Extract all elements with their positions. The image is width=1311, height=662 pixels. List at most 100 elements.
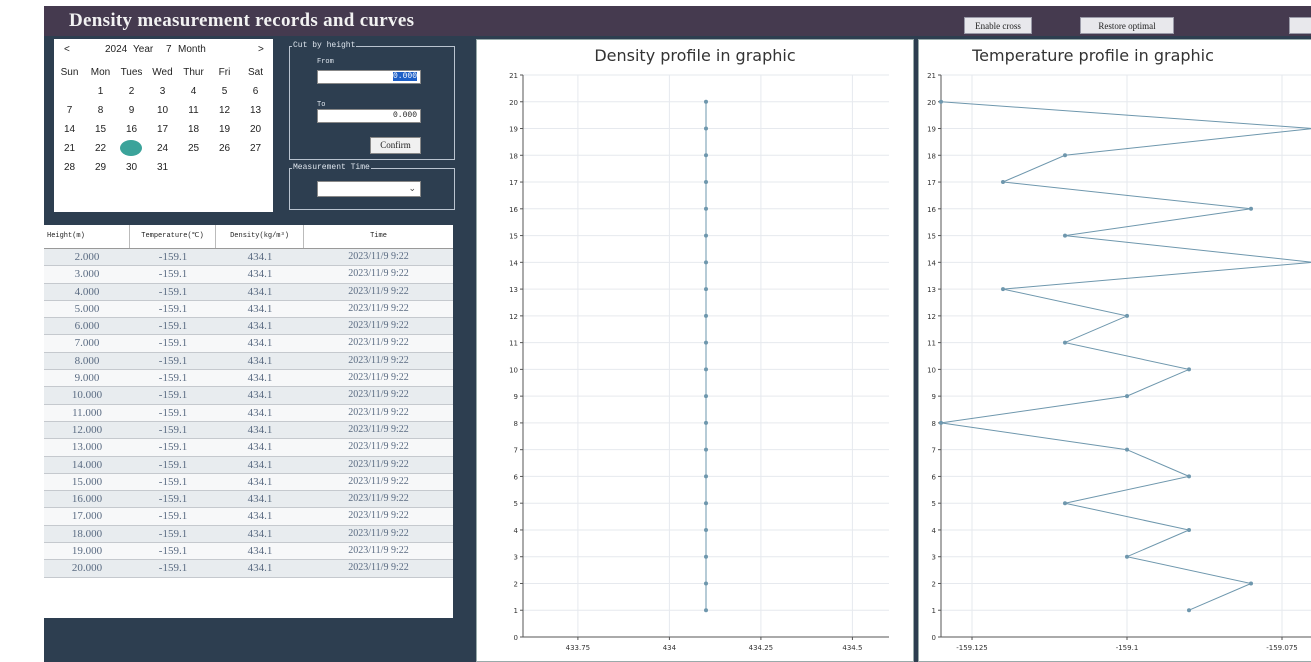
cell-time: 2023/11/9 9:22 bbox=[348, 251, 409, 262]
cell-density: 434.1 bbox=[247, 545, 273, 558]
calendar-day[interactable]: 25 bbox=[178, 139, 209, 158]
calendar-day[interactable]: 18 bbox=[178, 120, 209, 139]
next-month-button[interactable]: > bbox=[258, 44, 264, 55]
column-header-height[interactable]: Height(m) bbox=[44, 225, 130, 248]
restore-optimal-button[interactable]: Restore optimal bbox=[1080, 17, 1174, 34]
calendar-day[interactable]: 26 bbox=[209, 139, 240, 158]
y-tick-label: 2 bbox=[514, 580, 518, 588]
calendar-day[interactable]: 24 bbox=[147, 139, 178, 158]
cell-density: 434.1 bbox=[247, 251, 273, 263]
y-tick-label: 7 bbox=[932, 447, 936, 455]
table-row[interactable]: 17.000 -159.1 434.1 2023/11/9 9:22 bbox=[44, 508, 453, 526]
column-header-time[interactable]: Time bbox=[304, 225, 453, 248]
table-row[interactable]: 4.000 -159.1 434.1 2023/11/9 9:22 bbox=[44, 283, 453, 301]
calendar-day[interactable]: 28 bbox=[54, 158, 85, 177]
temperature-chart[interactable]: 0123456789101112131415161718192021-159.1… bbox=[919, 40, 1311, 661]
calendar-day[interactable]: 2 bbox=[116, 82, 147, 101]
calendar-month[interactable]: 7 bbox=[166, 44, 172, 55]
cell-density: 434.1 bbox=[247, 562, 273, 575]
calendar-day[interactable]: 15 bbox=[85, 120, 116, 139]
measurement-time-select[interactable]: ⌄ bbox=[317, 181, 421, 197]
chevron-down-icon: ⌄ bbox=[408, 183, 416, 193]
cell-density: 434.1 bbox=[247, 354, 273, 367]
calendar-day[interactable]: 5 bbox=[209, 82, 240, 101]
calendar-day[interactable]: 11 bbox=[178, 101, 209, 120]
table-row[interactable]: 6.000 -159.1 434.1 2023/11/9 9:22 bbox=[44, 318, 453, 336]
calendar-day[interactable]: 20 bbox=[240, 120, 271, 139]
table-row[interactable]: 3.000 -159.1 434.1 2023/11/9 9:22 bbox=[44, 266, 453, 284]
from-height-input[interactable]: 0.000 bbox=[317, 70, 421, 84]
column-header-temperature[interactable]: Temperature(℃) bbox=[130, 225, 216, 248]
x-tick-label: -159.075 bbox=[1266, 644, 1297, 652]
calendar-day[interactable]: 27 bbox=[240, 139, 271, 158]
table-row[interactable]: 7.000 -159.1 434.1 2023/11/9 9:22 bbox=[44, 335, 453, 353]
density-chart-panel: Density profile in graphic 0 1 2 3 4 5 6 7 8 9 10 1… bbox=[476, 39, 914, 662]
table-row[interactable]: 2.000 -159.1 434.1 2023/11/9 9:22 bbox=[44, 249, 453, 267]
data-point bbox=[1125, 554, 1129, 559]
calendar-day[interactable]: 22 bbox=[85, 139, 116, 158]
y-tick-label: 10 bbox=[927, 366, 936, 374]
calendar-day[interactable]: 16 bbox=[116, 120, 147, 139]
calendar-day[interactable]: 3 bbox=[147, 82, 178, 101]
y-tick-label: 4 bbox=[514, 527, 519, 535]
cell-time: 2023/11/9 9:22 bbox=[348, 527, 409, 539]
calendar-day[interactable]: 19 bbox=[209, 120, 240, 139]
table-row[interactable]: 15.000 -159.1 434.1 2023/11/9 9:22 bbox=[44, 473, 453, 492]
calendar-day[interactable]: 21 bbox=[54, 139, 85, 158]
confirm-button[interactable]: Confirm bbox=[370, 137, 421, 154]
calendar-day[interactable]: 4 bbox=[178, 82, 209, 101]
calendar-day[interactable]: 9 bbox=[116, 101, 147, 120]
y-tick-label: 20 bbox=[927, 99, 936, 107]
cell-height: 6.000 bbox=[74, 320, 100, 333]
to-height-input[interactable]: 0.000 bbox=[317, 109, 421, 123]
cell-density: 434.1 bbox=[247, 285, 273, 298]
enable-cross-button[interactable]: Enable cross bbox=[964, 17, 1032, 34]
column-header-density[interactable]: Density(kg/m³) bbox=[216, 225, 304, 248]
calendar-month-label: Month bbox=[178, 44, 206, 55]
calendar-day[interactable]: 12 bbox=[209, 101, 240, 120]
table-row[interactable]: 16.000 -159.1 434.1 2023/11/9 9:22 bbox=[44, 491, 453, 509]
table-row[interactable]: 20.000 -159.1 434.1 2023/11/9 9:22 bbox=[44, 560, 453, 578]
calendar-grid: Sun Mon Tues Wed Thur Fri Sat 1234567891… bbox=[54, 63, 273, 177]
density-chart[interactable]: 0123456789101112131415161718192021433.75… bbox=[477, 40, 913, 661]
weekday-label: Mon bbox=[90, 67, 111, 78]
table-row[interactable]: 10.000 -159.1 434.1 2023/11/9 9:22 bbox=[44, 387, 453, 405]
y-tick-label: 4 bbox=[932, 527, 937, 535]
table-row[interactable]: 12.000 -159.1 434.1 2023/11/9 9:22 bbox=[44, 421, 453, 440]
calendar-day[interactable]: 8 bbox=[85, 101, 116, 120]
calendar-day[interactable]: 6 bbox=[240, 82, 271, 101]
calendar-day[interactable]: 1 bbox=[85, 82, 116, 101]
cell-temperature: -159.1 bbox=[158, 302, 188, 315]
table-row[interactable]: 14.000 -159.1 434.1 2023/11/9 9:22 bbox=[44, 456, 453, 474]
table-row[interactable]: 11.000 -159.1 434.1 2023/11/9 9:22 bbox=[44, 404, 453, 422]
calendar-year[interactable]: 2024 bbox=[105, 44, 127, 55]
calendar-day[interactable]: 17 bbox=[147, 120, 178, 139]
table-row[interactable]: 9.000 -159.1 434.1 2023/11/9 9:22 bbox=[44, 370, 453, 388]
x-tick-label: 434 bbox=[663, 644, 677, 652]
table-row[interactable]: 18.000 -159.1 434.1 2023/11/9 9:22 bbox=[44, 525, 453, 544]
calendar-day[interactable]: 31 bbox=[147, 158, 178, 177]
y-tick-label: 14 bbox=[509, 259, 518, 267]
table-row[interactable]: 19.000 -159.1 434.1 2023/11/9 9:22 bbox=[44, 543, 453, 561]
data-point bbox=[704, 420, 708, 425]
calendar-day[interactable]: 30 bbox=[116, 158, 147, 177]
y-tick-label: 19 bbox=[509, 126, 518, 134]
calendar-day-selected[interactable]: 23 bbox=[120, 140, 142, 156]
prev-month-button[interactable]: < bbox=[64, 44, 70, 55]
calendar-day[interactable]: 14 bbox=[54, 120, 85, 139]
toolbar-button-partial[interactable] bbox=[1289, 17, 1311, 34]
calendar-day[interactable]: 29 bbox=[85, 158, 116, 177]
table-row[interactable]: 8.000 -159.1 434.1 2023/11/9 9:22 bbox=[44, 352, 453, 371]
calendar-day[interactable]: 7 bbox=[54, 101, 85, 120]
table-row[interactable]: 5.000 -159.1 434.1 2023/11/9 9:22 bbox=[44, 300, 453, 319]
calendar-day[interactable]: 13 bbox=[240, 101, 271, 120]
calendar-day[interactable]: 10 bbox=[147, 101, 178, 120]
data-point bbox=[1187, 474, 1191, 479]
table-row[interactable]: 13.000 -159.1 434.1 2023/11/9 9:22 bbox=[44, 439, 453, 457]
cell-density: 434.1 bbox=[247, 268, 273, 281]
y-tick-label: 9 bbox=[514, 393, 518, 401]
data-point bbox=[704, 206, 708, 211]
cell-temperature: -159.1 bbox=[158, 441, 188, 454]
x-tick-label: -159.1 bbox=[1116, 644, 1139, 652]
y-tick-label: 21 bbox=[927, 72, 936, 80]
